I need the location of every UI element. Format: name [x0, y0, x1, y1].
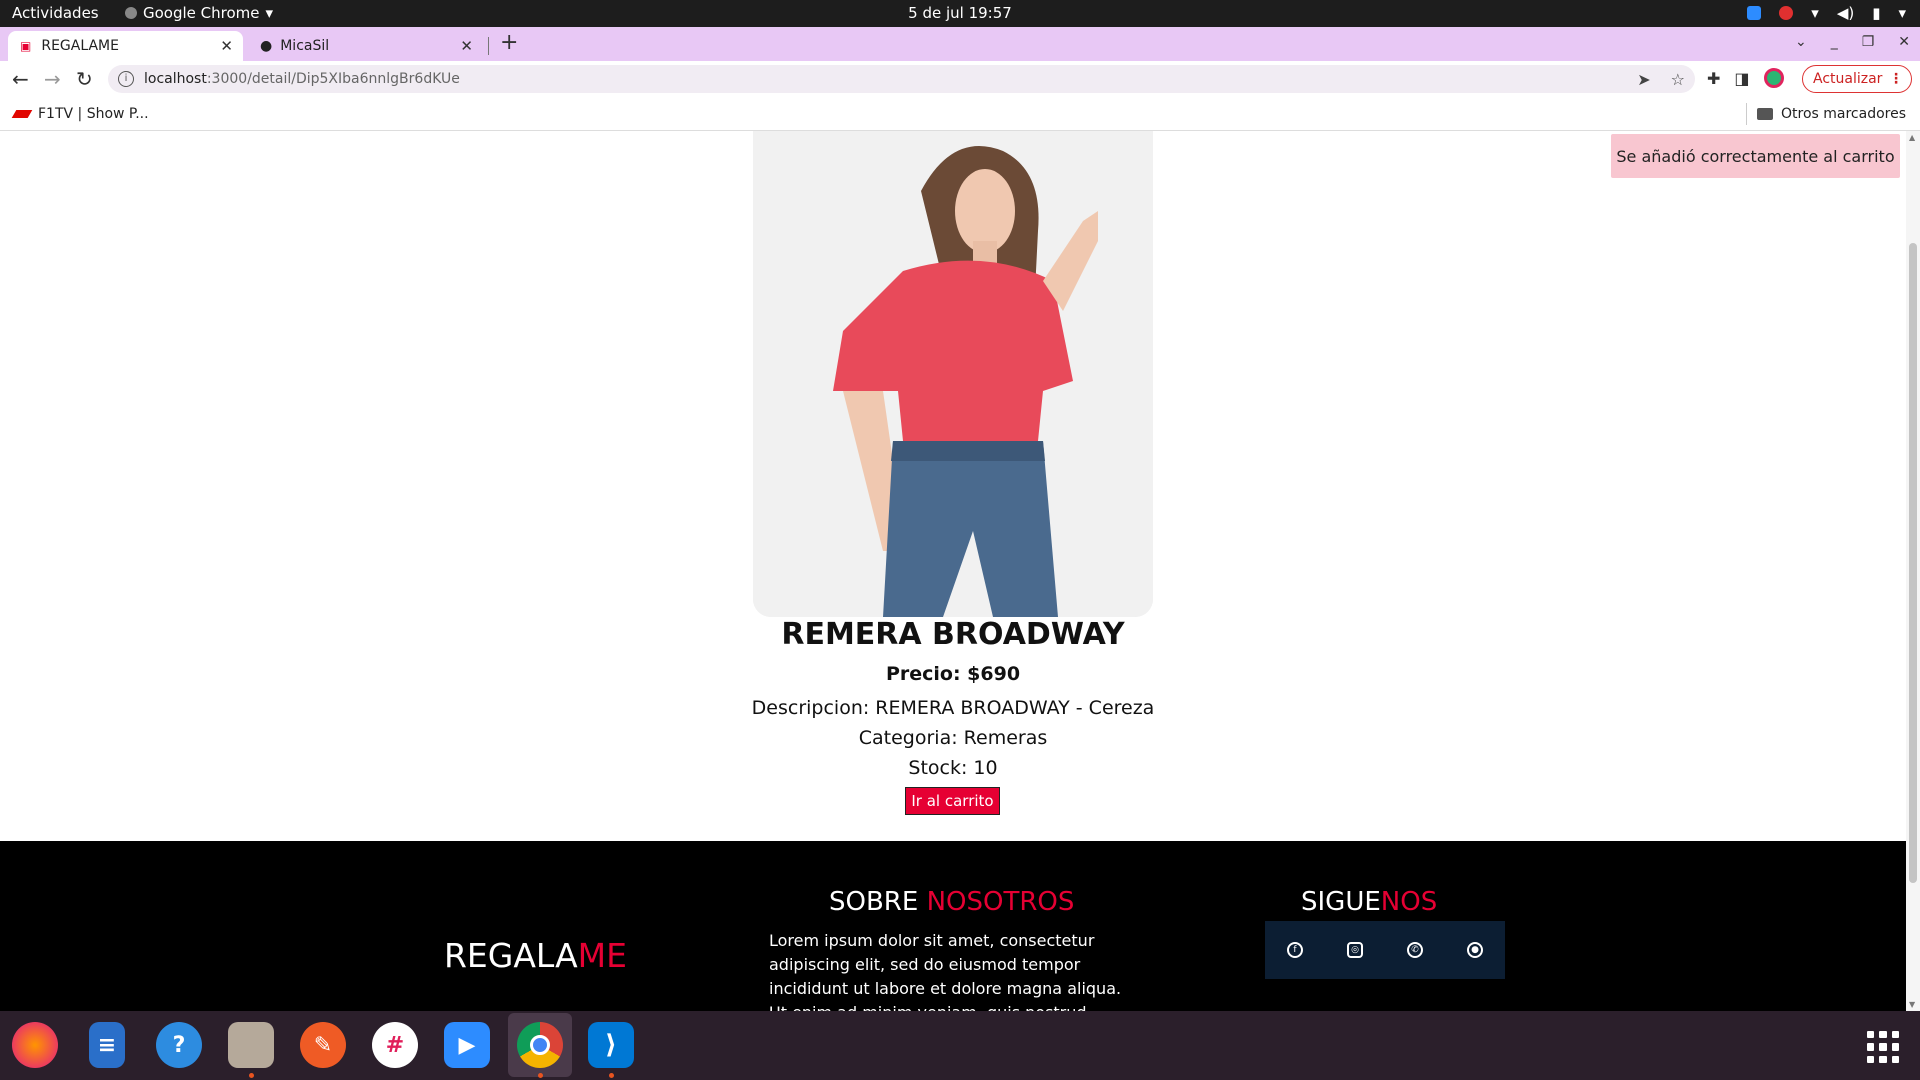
- url-text[interactable]: localhost:3000/detail/Dip5XIba6nnlgBr6dK…: [144, 71, 460, 87]
- tab-search-icon[interactable]: ⌄: [1795, 34, 1807, 50]
- chrome-logo: [517, 1022, 563, 1068]
- close-window-icon[interactable]: ✕: [1898, 34, 1910, 50]
- github-favicon-icon: ●: [260, 38, 273, 54]
- folder-icon: [1756, 108, 1773, 120]
- running-indicator: [538, 1073, 543, 1078]
- bookmark-separator: [1746, 103, 1747, 125]
- chrome-icon[interactable]: [508, 1013, 572, 1077]
- product-price: Precio: $690: [885, 663, 1021, 685]
- side-panel-icon[interactable]: ◨: [1734, 69, 1749, 88]
- bookmark-f1tv[interactable]: F1TV | Show P...: [11, 106, 149, 122]
- zoom-icon[interactable]: ▶: [444, 1022, 490, 1068]
- about-text: Lorem ipsum dolor sit amet, consectetur …: [769, 931, 1122, 1011]
- page-content: REMERA BROADWAY Precio: $690 Descripcion…: [0, 131, 1906, 1011]
- social-links: f ◎ ✆ ●: [1265, 921, 1505, 979]
- clock[interactable]: 5 de jul 19:57: [0, 4, 1920, 22]
- app-menu-label: Google Chrome: [143, 4, 260, 22]
- close-tab-icon[interactable]: ✕: [460, 37, 473, 55]
- taskbar-dock: ≡ ? ✎ # ▶ ⟩: [0, 1011, 1920, 1080]
- omnibox-actions: ➤ ☆: [1637, 70, 1685, 89]
- tab-micasil[interactable]: ● MicaSil ✕: [248, 31, 483, 61]
- back-icon[interactable]: ←: [12, 67, 29, 91]
- go-to-cart-button[interactable]: Ir al carrito: [905, 787, 1000, 815]
- running-indicator: [249, 1073, 254, 1078]
- close-tab-icon[interactable]: ✕: [220, 37, 233, 55]
- f1-logo-icon: [11, 110, 33, 118]
- do-not-disturb-icon: [1779, 6, 1794, 20]
- instagram-icon[interactable]: ◎: [1347, 942, 1363, 958]
- forward-icon[interactable]: →: [44, 67, 61, 91]
- follow-title: SIGUENOS: [1301, 887, 1438, 917]
- update-button[interactable]: Actualizar ⋮: [1802, 65, 1912, 93]
- bookmarks-bar: F1TV | Show P... Otros marcadores: [0, 99, 1920, 131]
- product-stock: Stock: 10: [908, 757, 998, 779]
- gift-favicon-icon: ▣: [20, 39, 32, 53]
- scroll-up-icon[interactable]: ▲: [1909, 133, 1915, 142]
- more-menu-icon[interactable]: ⋮: [1889, 71, 1903, 87]
- libreoffice-writer-icon[interactable]: ≡: [89, 1022, 125, 1068]
- product-category: Categoria: Remeras: [858, 727, 1048, 749]
- bookmark-label: F1TV | Show P...: [38, 106, 149, 122]
- chevron-down-icon: ▾: [265, 4, 274, 22]
- wifi-icon: ▾: [1811, 4, 1819, 22]
- tab-label: REGALAME: [41, 38, 119, 54]
- chevron-down-icon: ▾: [1898, 4, 1906, 22]
- slack-icon[interactable]: #: [372, 1022, 418, 1068]
- activities-button[interactable]: Actividades: [12, 4, 99, 22]
- running-indicator: [609, 1073, 614, 1078]
- tab-label: MicaSil: [280, 38, 330, 54]
- model-photo: [753, 131, 1153, 617]
- app-menu[interactable]: Google Chrome ▾: [125, 4, 273, 22]
- vscode-icon[interactable]: ⟩: [588, 1022, 634, 1068]
- cart-toast[interactable]: Se añadió correctamente al carrito: [1611, 134, 1900, 178]
- system-tray[interactable]: ▾ ◀) ▮ ▾: [1747, 4, 1906, 22]
- chrome-small-icon: [125, 7, 137, 19]
- toolbar-icons: ✚ ◨: [1707, 68, 1784, 88]
- footer: REGALAME SOBRE NOSOTROS Lorem ipsum dolo…: [0, 841, 1906, 1011]
- address-bar[interactable]: i localhost:3000/detail/Dip5XIba6nnlgBr6…: [108, 65, 1695, 93]
- update-label: Actualizar: [1813, 71, 1883, 87]
- whatsapp-icon[interactable]: ✆: [1407, 942, 1423, 958]
- new-tab-button[interactable]: +: [500, 30, 518, 55]
- volume-icon: ◀): [1836, 4, 1855, 22]
- window-controls: ⌄ _ ❐ ✕: [1795, 34, 1910, 50]
- about-title: SOBRE NOSOTROS: [829, 887, 1075, 917]
- send-icon[interactable]: ➤: [1637, 70, 1650, 89]
- zoom-tray-icon: [1747, 6, 1762, 20]
- reload-icon[interactable]: ↻: [76, 67, 93, 91]
- other-bookmarks-label: Otros marcadores: [1780, 106, 1906, 122]
- firefox-icon[interactable]: [12, 1022, 58, 1068]
- show-applications-icon[interactable]: [1867, 1031, 1899, 1063]
- tab-regalame[interactable]: ▣ REGALAME ✕: [8, 31, 243, 61]
- extensions-puzzle-icon[interactable]: ✚: [1707, 69, 1720, 88]
- help-icon[interactable]: ?: [156, 1022, 202, 1068]
- files-icon[interactable]: [228, 1022, 274, 1068]
- product-title: REMERA BROADWAY: [781, 617, 1125, 652]
- product-image: [753, 131, 1153, 617]
- minimize-icon[interactable]: _: [1831, 34, 1838, 50]
- tab-separator: [488, 37, 489, 55]
- profile-avatar-icon[interactable]: [1763, 68, 1784, 88]
- other-bookmarks[interactable]: Otros marcadores: [1756, 106, 1906, 122]
- scrollbar-thumb[interactable]: [1909, 243, 1917, 883]
- restore-icon[interactable]: ❐: [1862, 34, 1875, 50]
- battery-icon: ▮: [1872, 4, 1881, 22]
- product-description: Descripcion: REMERA BROADWAY - Cereza: [751, 697, 1155, 719]
- github-icon[interactable]: ●: [1467, 942, 1483, 958]
- scroll-down-icon[interactable]: ▼: [1909, 1000, 1915, 1009]
- site-info-icon[interactable]: i: [118, 71, 134, 87]
- page-scrollbar[interactable]: ▲ ▼: [1906, 131, 1920, 1011]
- facebook-icon[interactable]: f: [1287, 942, 1303, 958]
- footer-brand[interactable]: REGALAME: [444, 936, 627, 975]
- tab-strip: ▣ REGALAME ✕ ● MicaSil ✕: [0, 27, 1920, 61]
- system-top-bar: Actividades Google Chrome ▾ 5 de jul 19:…: [0, 0, 1920, 27]
- postman-icon[interactable]: ✎: [300, 1022, 346, 1068]
- bookmark-star-icon[interactable]: ☆: [1671, 70, 1685, 89]
